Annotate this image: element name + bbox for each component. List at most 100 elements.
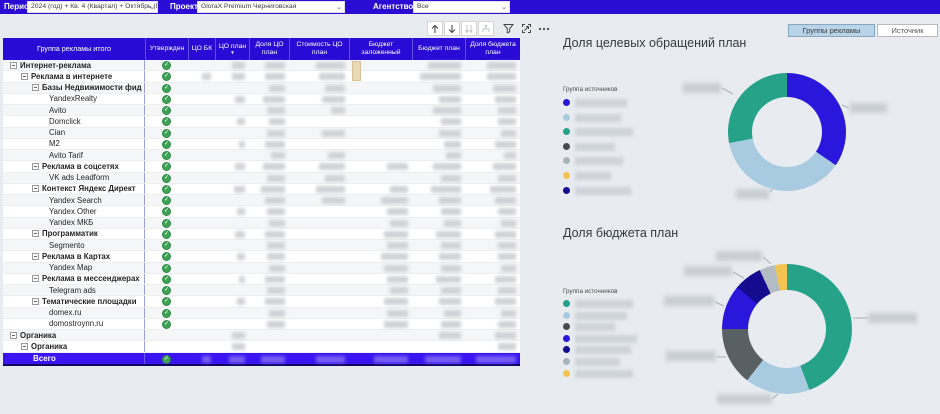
- table-row[interactable]: domex.ru ✓: [3, 307, 520, 319]
- legend-swatch[interactable]: [563, 172, 570, 179]
- expand-all-levels-icon[interactable]: [461, 21, 477, 36]
- column-header[interactable]: Бюджет заложенный: [349, 38, 412, 60]
- redacted-cell-value: [476, 355, 516, 363]
- column-header[interactable]: ЦО план ▼: [215, 38, 249, 60]
- tab-source[interactable]: Источник: [877, 24, 938, 37]
- column-header[interactable]: ЦО БК: [188, 38, 215, 60]
- more-options-icon[interactable]: [536, 21, 552, 36]
- data-label-redacted: [736, 189, 769, 199]
- redacted-cell-value: [383, 298, 408, 306]
- row-label-cell: Реклама в соцсетях: [3, 161, 145, 172]
- legend-swatch[interactable]: [563, 99, 570, 106]
- row-label: Реклама в интернете: [31, 71, 113, 81]
- table-row[interactable]: Реклама в Картах ✓: [3, 251, 520, 263]
- column-header[interactable]: Бюджет план: [412, 38, 465, 60]
- table-row[interactable]: Avito Tarif ✓: [3, 150, 520, 162]
- row-label: Реклама в Картах: [42, 251, 111, 261]
- redacted-cell-value: [233, 185, 245, 193]
- chevron-down-icon: ⌄: [149, 4, 155, 11]
- table-row[interactable]: Domclick ✓: [3, 116, 520, 128]
- redacted-cell-value: [438, 95, 461, 103]
- table-row[interactable]: Тематические площадки ✓: [3, 296, 520, 308]
- table-row[interactable]: Интернет-реклама ✓: [3, 60, 520, 72]
- legend-swatch[interactable]: [563, 186, 570, 194]
- collapse-icon[interactable]: [32, 162, 39, 170]
- collapse-icon[interactable]: [21, 72, 28, 80]
- table-row[interactable]: domostroynn.ru ✓: [3, 318, 520, 330]
- collapse-icon[interactable]: [10, 331, 17, 339]
- table-total-row[interactable]: Всего ✓: [3, 352, 520, 366]
- table-row[interactable]: Yandex Search ✓: [3, 195, 520, 207]
- redacted-cell-value: [498, 343, 516, 351]
- legend-swatch[interactable]: [563, 142, 570, 150]
- table-row[interactable]: Avito ✓: [3, 105, 520, 117]
- column-header[interactable]: Группа рекламы итого: [3, 38, 145, 60]
- table-row[interactable]: Yandex Other ✓: [3, 206, 520, 218]
- row-label: Базы Недвижимости фид: [42, 83, 142, 93]
- legend-swatch[interactable]: [563, 300, 570, 307]
- sort-ascending-icon[interactable]: [427, 21, 443, 36]
- table-row[interactable]: Программатик ✓: [3, 228, 520, 240]
- column-header-label: Стоимость ЦО план: [296, 40, 343, 56]
- legend-swatch[interactable]: [563, 323, 570, 331]
- filter-dropdown[interactable]: Все ⌄: [413, 1, 510, 13]
- table-row[interactable]: Базы Недвижимости фид ✓: [3, 82, 520, 94]
- redacted-cell-value: [265, 140, 285, 148]
- table-row[interactable]: VK ads Leadform ✓: [3, 172, 520, 184]
- legend-swatch[interactable]: [563, 334, 570, 342]
- collapse-icon[interactable]: [32, 185, 39, 193]
- sort-descending-icon[interactable]: [444, 21, 460, 36]
- redacted-cell-value: [495, 298, 516, 306]
- legend-swatch[interactable]: [563, 311, 570, 319]
- redacted-cell-value: [383, 320, 408, 328]
- legend-swatch[interactable]: [563, 369, 570, 377]
- table-row[interactable]: Органика: [3, 341, 520, 353]
- focus-mode-icon[interactable]: [518, 21, 534, 36]
- column-header-label: Группа рекламы итого: [37, 43, 111, 53]
- collapse-icon[interactable]: [32, 230, 39, 238]
- drill-hierarchy-icon[interactable]: [478, 21, 494, 36]
- column-header[interactable]: Доля ЦО план: [249, 38, 289, 60]
- redacted-cell-value: [500, 219, 516, 227]
- filter-dropdown[interactable]: 2024 (год) + Кв. 4 (Квартал) + Октябрь (…: [27, 1, 158, 13]
- table-row[interactable]: Segmento ✓: [3, 240, 520, 252]
- filter-icon[interactable]: [500, 21, 516, 36]
- row-label-cell: Реклама в мессенджерах: [3, 273, 145, 284]
- collapse-icon[interactable]: [32, 252, 39, 260]
- redacted-cell-value: [237, 298, 245, 306]
- data-label-redacted: [716, 251, 762, 261]
- redacted-cell-value: [237, 208, 245, 216]
- table-row[interactable]: Yandex Map ✓: [3, 262, 520, 274]
- legend-swatch[interactable]: [563, 346, 570, 354]
- table-row[interactable]: Реклама в мессенджерах ✓: [3, 273, 520, 285]
- legend-swatch[interactable]: [563, 157, 570, 165]
- table-row[interactable]: YandexRealty ✓: [3, 93, 520, 105]
- column-header[interactable]: Стоимость ЦО план: [289, 38, 349, 60]
- table-row[interactable]: Органика: [3, 330, 520, 342]
- redacted-cell-value: [433, 84, 461, 92]
- table-row[interactable]: Контекст Яндекс Директ ✓: [3, 183, 520, 195]
- table-row[interactable]: Cian ✓: [3, 127, 520, 139]
- column-header[interactable]: Утвержден: [145, 38, 188, 60]
- approved-check-icon: ✓: [162, 319, 171, 329]
- table-row[interactable]: Реклама в соцсетях ✓: [3, 161, 520, 173]
- redacted-cell-value: [263, 95, 285, 103]
- column-header[interactable]: Доля бюджета план: [465, 38, 520, 60]
- table-row[interactable]: Telegram ads ✓: [3, 285, 520, 297]
- collapse-icon[interactable]: [32, 275, 39, 283]
- collapse-icon[interactable]: [32, 297, 39, 305]
- donut-hole: [752, 97, 822, 167]
- filter-dropdown[interactable]: GloraX Premium Черниговская ⌄: [197, 1, 345, 13]
- tab-ad-groups[interactable]: Группы рекламы: [788, 24, 875, 37]
- collapse-icon[interactable]: [32, 84, 39, 92]
- collapse-icon[interactable]: [21, 342, 28, 350]
- table-row[interactable]: M2 ✓: [3, 138, 520, 150]
- table-row[interactable]: Реклама в интернете ✓: [3, 71, 520, 83]
- legend-swatch[interactable]: [563, 113, 570, 121]
- table-row[interactable]: Yandex МКБ ✓: [3, 217, 520, 229]
- redacted-cell-value: [269, 264, 285, 272]
- redacted-cell-value: [267, 129, 285, 137]
- legend-swatch[interactable]: [563, 128, 570, 136]
- legend-swatch[interactable]: [563, 358, 570, 365]
- collapse-icon[interactable]: [10, 61, 17, 69]
